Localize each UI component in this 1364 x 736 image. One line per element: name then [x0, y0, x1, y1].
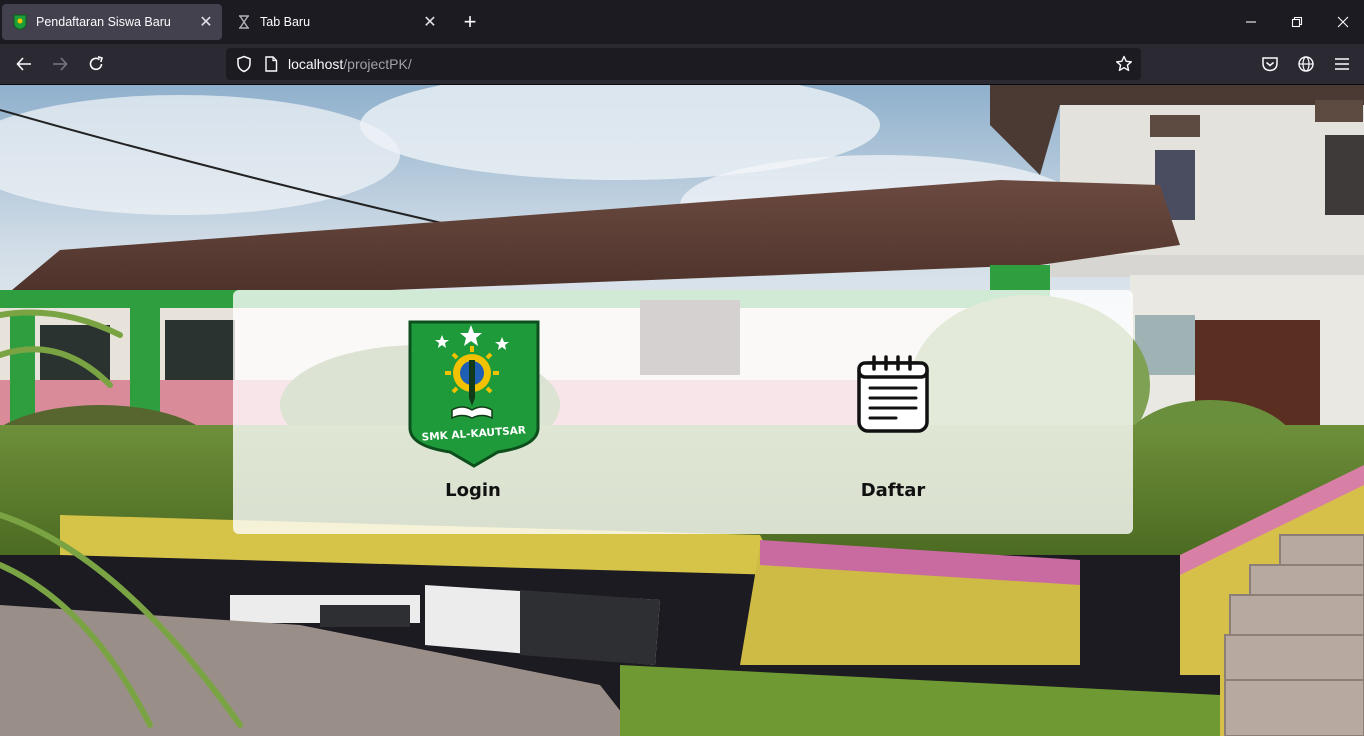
tab-title: Tab Baru — [260, 15, 311, 29]
minimize-icon — [1246, 21, 1256, 23]
tab-baru[interactable]: Tab Baru ✕ — [226, 4, 446, 40]
minimize-button[interactable] — [1228, 0, 1274, 44]
close-icon — [1337, 16, 1349, 28]
pocket-button[interactable] — [1255, 49, 1285, 79]
menu-panel: SMK AL-KAUTSAR Login Daftar — [233, 290, 1133, 534]
tab-title: Pendaftaran Siswa Baru — [36, 15, 171, 29]
school-logo-icon: SMK AL-KAUTSAR — [408, 320, 540, 468]
school-favicon-icon — [12, 14, 28, 30]
new-tab-button[interactable]: + — [456, 8, 484, 36]
login-label: Login — [445, 480, 501, 501]
forward-button[interactable] — [45, 49, 75, 79]
arrow-left-icon — [16, 57, 31, 71]
restore-icon — [1291, 16, 1303, 28]
login-menu-item[interactable]: SMK AL-KAUTSAR Login — [323, 290, 623, 534]
tab-strip: Pendaftaran Siswa Baru ✕ Tab Baru ✕ + — [0, 0, 1364, 44]
pocket-icon — [1262, 57, 1278, 72]
tab-close-icon[interactable]: ✕ — [194, 10, 218, 34]
address-bar[interactable]: localhost/projectPK/ — [226, 48, 1141, 80]
daftar-menu-item[interactable]: Daftar — [743, 290, 1043, 534]
restore-button[interactable] — [1274, 0, 1320, 44]
hamburger-icon — [1335, 58, 1349, 70]
back-button[interactable] — [9, 49, 39, 79]
url-path: /projectPK/ — [343, 56, 412, 72]
daftar-label: Daftar — [860, 480, 926, 501]
hourglass-icon — [236, 14, 252, 30]
reload-icon — [89, 56, 103, 71]
language-button[interactable] — [1291, 49, 1321, 79]
notepad-icon — [857, 355, 929, 433]
page-viewport: SMK AL-KAUTSAR Login Daftar — [0, 85, 1364, 736]
reload-button[interactable] — [81, 49, 111, 79]
close-window-button[interactable] — [1320, 0, 1364, 44]
menu-button[interactable] — [1327, 49, 1357, 79]
url-text: localhost/projectPK/ — [288, 56, 412, 72]
url-host: localhost — [288, 56, 344, 72]
bookmark-star-icon[interactable] — [1113, 53, 1135, 75]
page-icon[interactable] — [262, 55, 280, 73]
globe-icon — [1298, 56, 1314, 72]
arrow-right-icon — [53, 57, 68, 71]
navigation-toolbar: localhost/projectPK/ — [0, 44, 1364, 85]
shield-icon[interactable] — [234, 54, 254, 74]
tab-close-icon[interactable]: ✕ — [418, 10, 442, 34]
tab-pendaftaran[interactable]: Pendaftaran Siswa Baru ✕ — [2, 4, 222, 40]
